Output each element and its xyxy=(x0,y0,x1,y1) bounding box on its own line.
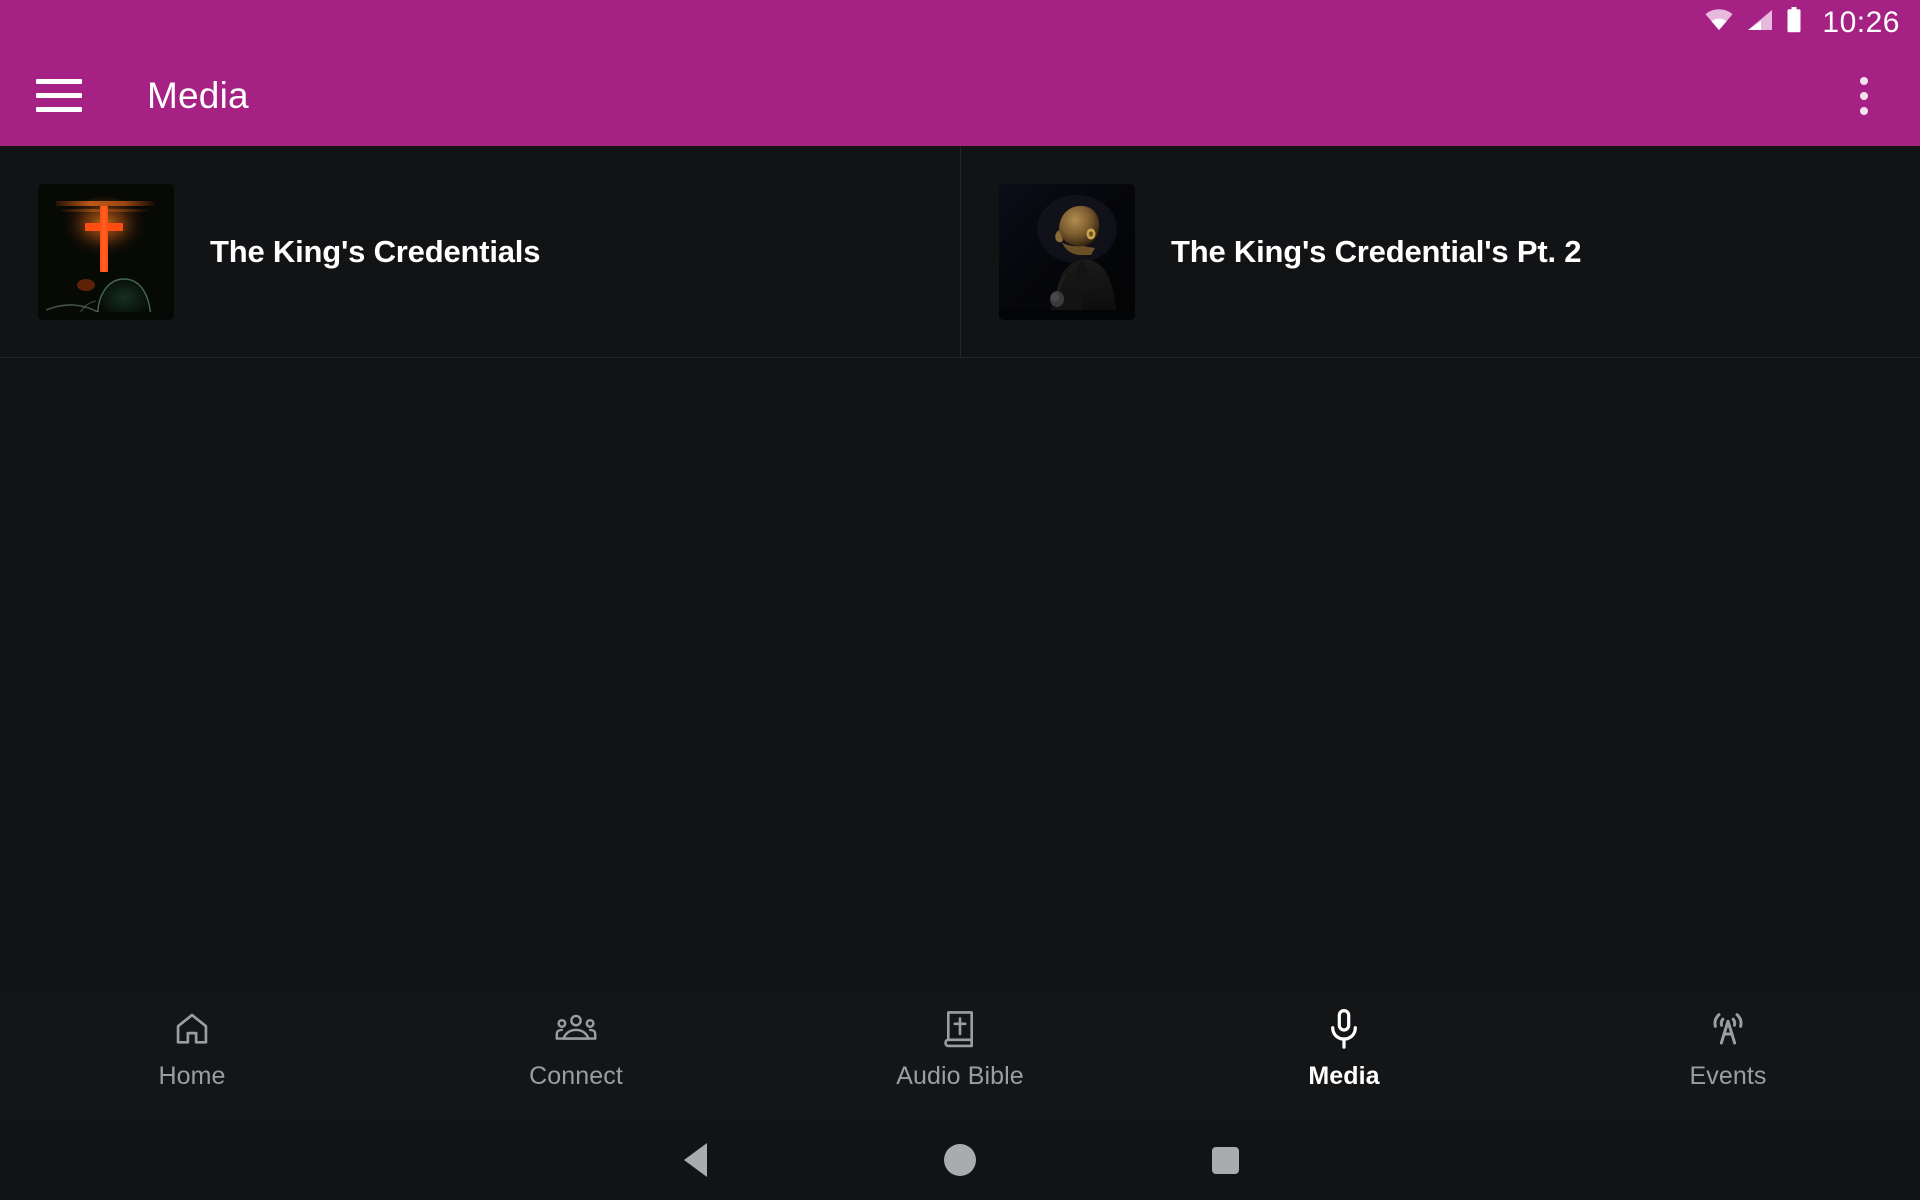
system-recents-button[interactable] xyxy=(1093,1120,1358,1200)
system-back-button[interactable] xyxy=(563,1120,828,1200)
wifi-icon xyxy=(1704,8,1734,37)
tab-connect[interactable]: Connect xyxy=(384,1008,768,1091)
people-group-icon xyxy=(555,1008,597,1050)
hamburger-menu-icon[interactable] xyxy=(36,76,82,116)
android-app-screen: 10:26 Media The King's Credentials The K… xyxy=(0,0,1920,1200)
page-title: Media xyxy=(147,74,249,116)
tab-label-audio-bible: Audio Bible xyxy=(896,1062,1024,1090)
back-triangle-icon xyxy=(683,1143,707,1177)
broadcast-tower-icon xyxy=(1707,1008,1749,1050)
microphone-icon xyxy=(1323,1008,1365,1050)
app-bar: Media xyxy=(0,45,1920,146)
status-bar-clock: 10:26 xyxy=(1822,5,1900,39)
tab-events[interactable]: Events xyxy=(1536,1008,1920,1091)
main-content: The King's Credentials The King's Creden… xyxy=(0,146,1920,1120)
home-circle-icon xyxy=(944,1144,976,1176)
media-item-title: The King's Credentials xyxy=(210,233,541,269)
tab-label-connect: Connect xyxy=(529,1062,623,1090)
media-list: The King's Credentials The King's Creden… xyxy=(0,146,1920,358)
tab-label-events: Events xyxy=(1689,1062,1767,1090)
tab-label-home: Home xyxy=(158,1062,226,1090)
media-item-title: The King's Credential's Pt. 2 xyxy=(1171,233,1582,269)
bottom-tab-bar: Home Connect Audio Bible Media Events xyxy=(0,992,1920,1120)
media-list-item[interactable]: The King's Credential's Pt. 2 xyxy=(960,146,1920,357)
media-thumbnail-cross xyxy=(38,183,174,320)
tab-home[interactable]: Home xyxy=(0,1008,384,1091)
status-bar-icons: 10:26 xyxy=(1704,7,1900,38)
system-home-button[interactable] xyxy=(828,1120,1093,1200)
media-thumbnail-speaker xyxy=(999,183,1135,320)
tab-audio-bible[interactable]: Audio Bible xyxy=(768,1008,1152,1091)
recents-square-icon xyxy=(1211,1146,1239,1174)
battery-icon xyxy=(1786,7,1802,38)
tab-media[interactable]: Media xyxy=(1152,1008,1536,1091)
home-icon xyxy=(171,1008,213,1050)
overflow-menu-icon[interactable] xyxy=(1836,60,1892,132)
cellular-signal-icon xyxy=(1746,8,1774,37)
system-navigation-bar xyxy=(0,1120,1920,1200)
tab-label-media: Media xyxy=(1308,1062,1380,1090)
media-list-item[interactable]: The King's Credentials xyxy=(0,146,960,357)
bible-book-icon xyxy=(939,1008,981,1050)
status-bar: 10:26 xyxy=(0,0,1920,45)
